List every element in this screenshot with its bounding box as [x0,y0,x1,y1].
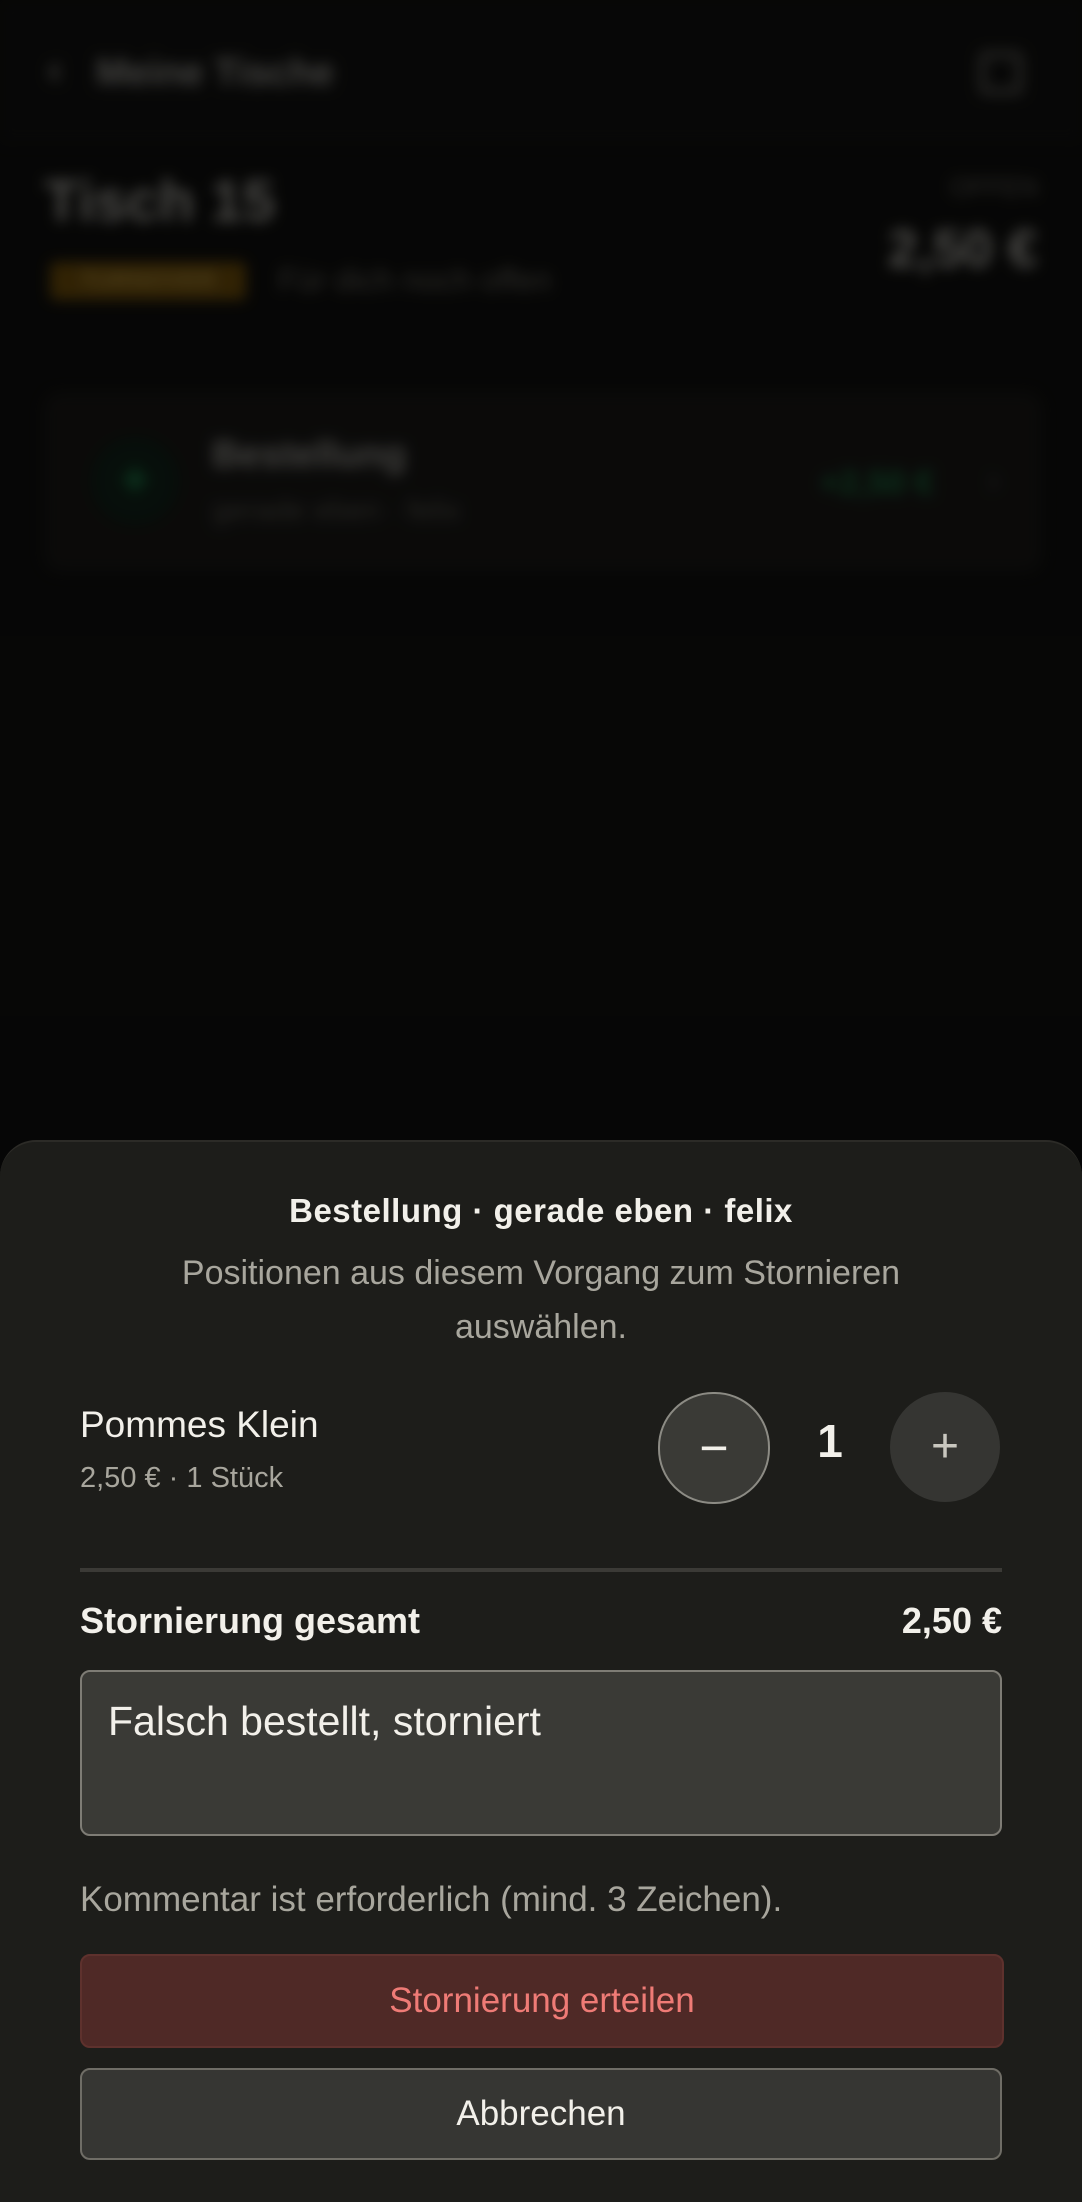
comment-hint: Kommentar ist erforderlich (mind. 3 Zeic… [80,1880,783,1919]
comment-field[interactable]: Falsch bestellt, storniert [80,1670,1002,1836]
list-item: Pommes Klein 2,50 € · 1 Stück − 1 + [80,1392,1002,1512]
confirm-cancellation-button[interactable]: Stornierung erteilen [80,1954,1004,2048]
minus-icon: − [699,1420,729,1476]
comment-value: Falsch bestellt, storniert [108,1698,541,1744]
decrement-button[interactable]: − [658,1392,770,1504]
item-meta: 2,50 € · 1 Stück [80,1462,284,1494]
sheet-subtitle: Positionen aus diesem Vorgang zum Storni… [181,1254,901,1346]
divider [80,1568,1002,1572]
cancel-total-label: Stornierung gesamt [80,1600,421,1641]
cancel-total-value: 2,50 € [901,1600,1002,1641]
plus-icon: + [930,1420,960,1473]
quantity-value: 1 [817,1415,843,1467]
screen: ‹ Meine Tische Tisch 15 TURNOVER Für dic… [0,0,1082,2202]
cancel-button[interactable]: Abbrechen [80,2068,1002,2160]
sheet-title: Bestellung · gerade eben · felix [289,1192,793,1229]
item-name: Pommes Klein [80,1404,319,1445]
increment-button[interactable]: + [890,1392,1000,1502]
cancel-order-sheet: Bestellung · gerade eben · felix Positio… [0,1140,1082,2202]
